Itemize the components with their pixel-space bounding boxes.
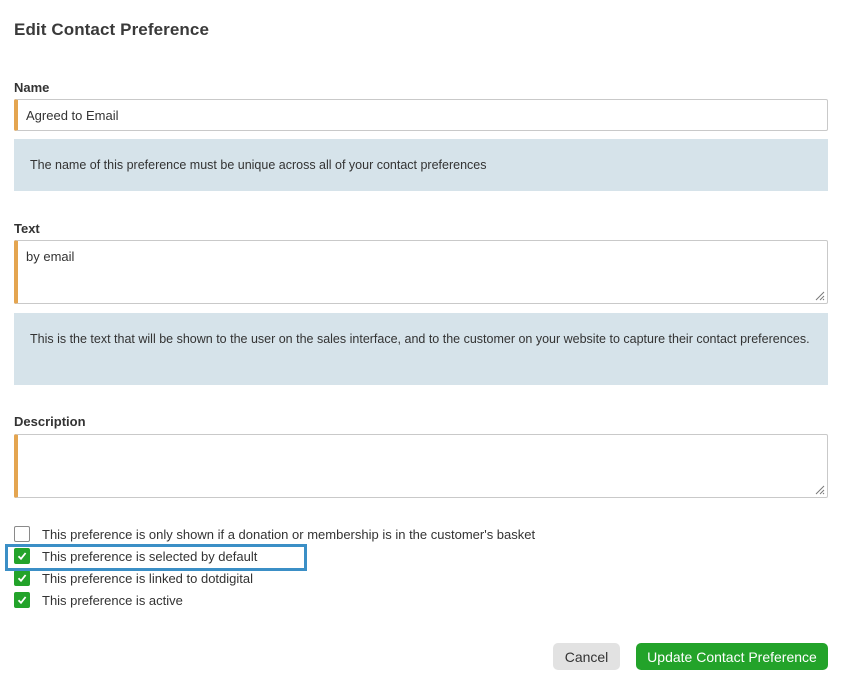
page-title: Edit Contact Preference <box>14 20 210 39</box>
name-label: Name <box>14 80 50 95</box>
option-linked-dotdigital[interactable]: This preference is linked to dotdigital <box>14 570 253 586</box>
name-hint: The name of this preference must be uniq… <box>14 139 828 191</box>
text-textarea[interactable]: by email <box>14 240 828 304</box>
checkmark-icon <box>17 574 27 583</box>
description-label: Description <box>14 414 86 429</box>
description-textarea[interactable] <box>14 434 828 498</box>
checkbox[interactable] <box>14 592 30 608</box>
cancel-button[interactable]: Cancel <box>553 643 620 670</box>
update-contact-preference-button[interactable]: Update Contact Preference <box>636 643 828 670</box>
checkbox[interactable] <box>14 526 30 542</box>
text-hint: This is the text that will be shown to t… <box>14 313 828 385</box>
resize-grip-icon[interactable] <box>813 289 825 301</box>
checkbox[interactable] <box>14 570 30 586</box>
checkmark-icon <box>17 596 27 605</box>
option-label: This preference is only shown if a donat… <box>42 526 536 542</box>
option-active[interactable]: This preference is active <box>14 592 183 608</box>
option-label: This preference is linked to dotdigital <box>42 570 254 586</box>
name-input-value: Agreed to Email <box>26 108 119 123</box>
name-input[interactable]: Agreed to Email <box>14 99 828 131</box>
resize-grip-icon[interactable] <box>813 483 825 495</box>
option-label: This preference is active <box>42 592 183 608</box>
text-textarea-value: by email <box>26 249 75 264</box>
option-basket-only[interactable]: This preference is only shown if a donat… <box>14 526 535 542</box>
text-label: Text <box>14 221 40 236</box>
highlight-box <box>5 544 307 571</box>
